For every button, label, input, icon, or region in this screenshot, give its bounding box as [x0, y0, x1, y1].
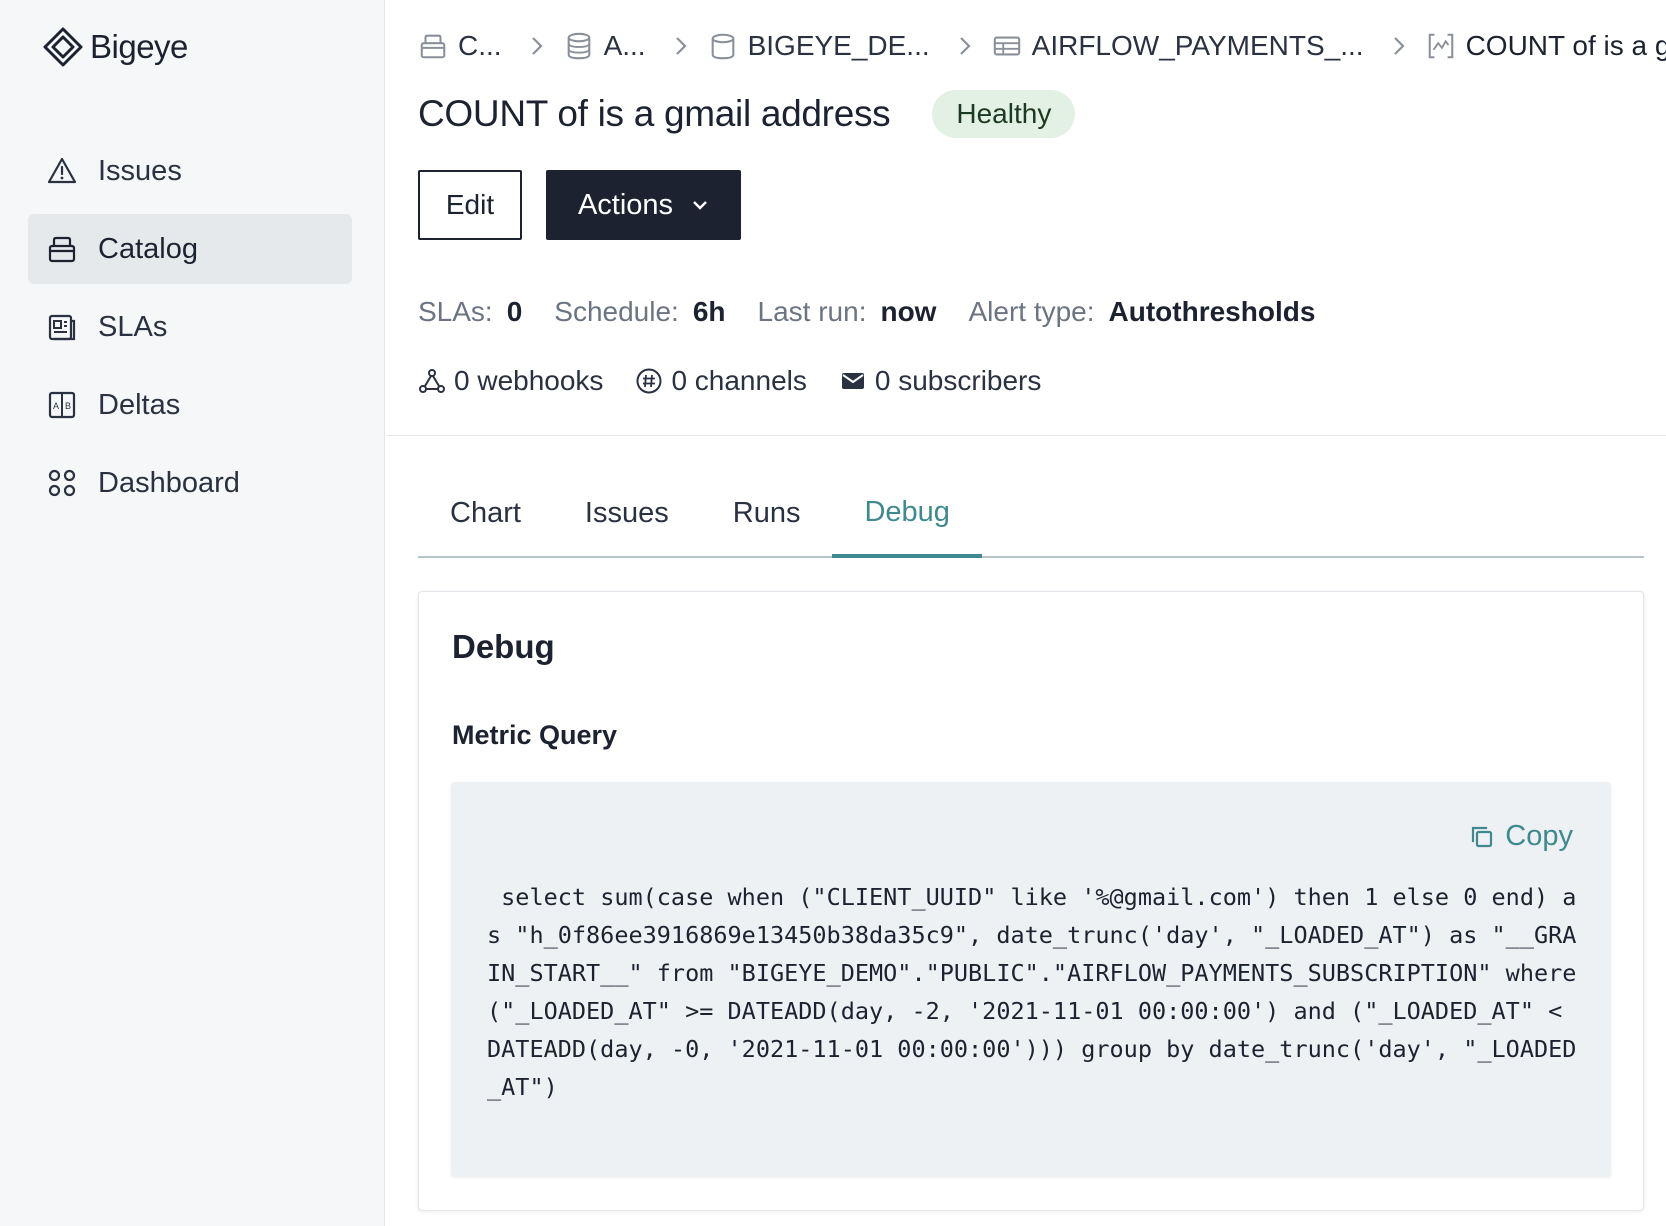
sla-icon [48, 314, 76, 341]
metric-query-text[interactable]: select sum(case when ("CLIENT_UUID" like… [487, 878, 1587, 1106]
tab-chart[interactable]: Chart [418, 470, 553, 556]
schedule-value: 6h [692, 296, 726, 327]
alert-type-value: Autothresholds [1108, 296, 1316, 327]
breadcrumb-source[interactable]: A... [564, 30, 646, 62]
last-run-label: Last run: [757, 296, 867, 327]
logo[interactable]: Bigeye [42, 26, 188, 68]
breadcrumb-label: COUNT of is a g... [1465, 30, 1666, 61]
sidebar-item-label: Catalog [98, 232, 198, 265]
action-buttons: Edit Actions [418, 170, 741, 240]
query-code-block: Copy select sum(case when ("CLIENT_UUID"… [451, 782, 1611, 1177]
svg-text:B: B [65, 401, 71, 411]
channels-count: 0 channels [671, 365, 807, 396]
breadcrumb-metric[interactable]: COUNT of is a g... [1426, 30, 1666, 62]
tab-bar: Chart Issues Runs Debug [418, 470, 1644, 558]
catalog-icon [48, 236, 76, 263]
sidebar-item-label: Deltas [98, 388, 181, 421]
metric-icon [1428, 33, 1453, 59]
chevron-right-icon [1390, 35, 1408, 57]
last-run-value: now [880, 296, 937, 327]
slas-label: SLAs: [418, 296, 493, 327]
chevron-right-icon [956, 35, 974, 57]
schema-icon [711, 33, 734, 60]
channels-link[interactable]: 0 channels [635, 365, 807, 397]
debug-card: Debug Metric Query Copy select sum(case … [418, 591, 1644, 1211]
status-badge: Healthy [932, 90, 1076, 138]
warning-triangle-icon [47, 157, 77, 184]
actions-label: Actions [577, 188, 674, 221]
actions-dropdown-button[interactable]: Actions [546, 170, 741, 240]
alert-type-label: Alert type: [968, 296, 1095, 327]
sidebar-item-deltas[interactable]: AB Deltas [28, 370, 352, 440]
subscribers-link[interactable]: 0 subscribers [839, 365, 1042, 397]
tab-runs[interactable]: Runs [701, 470, 833, 556]
edit-button[interactable]: Edit [418, 170, 522, 240]
debug-title: Debug [452, 628, 555, 665]
breadcrumb: C... A... BIGEYE_DE... AIRFLOW_PAYMENTS_… [418, 26, 1666, 66]
sidebar-item-dashboard[interactable]: Dashboard [28, 448, 352, 518]
breadcrumb-schema[interactable]: BIGEYE_DE... [708, 30, 930, 62]
sidebar-nav: Issues Catalog SLAs AB Deltas Dashboard [28, 136, 352, 526]
webhooks-link[interactable]: 0 webhooks [418, 365, 603, 397]
table-icon [993, 36, 1020, 56]
title-row: COUNT of is a gmail address Healthy [418, 90, 1076, 138]
schedule-label: Schedule: [554, 296, 679, 327]
sidebar: Bigeye Issues Catalog SLAs AB Deltas Das… [0, 0, 385, 1226]
database-icon [567, 32, 590, 60]
breadcrumb-label: AIRFLOW_PAYMENTS_... [1031, 30, 1364, 61]
breadcrumb-label: BIGEYE_DE... [747, 30, 930, 61]
sidebar-item-label: SLAs [98, 310, 168, 343]
webhooks-count: 0 webhooks [454, 365, 604, 396]
svg-text:A: A [53, 401, 59, 411]
chevron-right-icon [528, 35, 546, 57]
main-content: C... A... BIGEYE_DE... AIRFLOW_PAYMENTS_… [386, 0, 1666, 1226]
subscribers-count: 0 subscribers [874, 365, 1042, 396]
envelope-icon [841, 373, 864, 389]
logo-text: Bigeye [90, 28, 188, 65]
catalog-icon [420, 34, 446, 59]
page-title: COUNT of is a gmail address [418, 93, 891, 134]
metric-meta: SLAs: 0 Schedule: 6h Last run: now Alert… [418, 296, 1347, 328]
breadcrumb-catalog[interactable]: C... [418, 30, 502, 62]
sidebar-item-slas[interactable]: SLAs [28, 292, 352, 362]
sidebar-item-issues[interactable]: Issues [28, 136, 352, 206]
bigeye-logo-icon [43, 27, 83, 67]
sidebar-item-label: Dashboard [98, 466, 240, 499]
notification-summary: 0 webhooks 0 channels 0 subscribers [418, 365, 1073, 397]
slas-value: 0 [506, 296, 523, 327]
tab-debug[interactable]: Debug [832, 470, 982, 558]
dashboard-grid-icon [48, 469, 76, 497]
copy-button[interactable]: Copy [1469, 820, 1573, 853]
chevron-right-icon [672, 35, 690, 57]
sidebar-item-catalog[interactable]: Catalog [28, 214, 352, 284]
slack-channel-icon [636, 368, 662, 394]
metric-query-title: Metric Query [452, 720, 618, 750]
chevron-down-icon [693, 201, 707, 210]
breadcrumb-label: C... [458, 30, 502, 61]
deltas-icon: AB [48, 391, 76, 419]
sidebar-item-label: Issues [98, 154, 182, 187]
breadcrumb-table[interactable]: AIRFLOW_PAYMENTS_... [992, 30, 1364, 62]
copy-icon [1472, 826, 1493, 847]
breadcrumb-label: A... [603, 30, 646, 61]
copy-label: Copy [1505, 820, 1573, 852]
section-divider [386, 435, 1666, 436]
tab-issues[interactable]: Issues [553, 470, 701, 556]
webhook-icon [419, 369, 445, 393]
